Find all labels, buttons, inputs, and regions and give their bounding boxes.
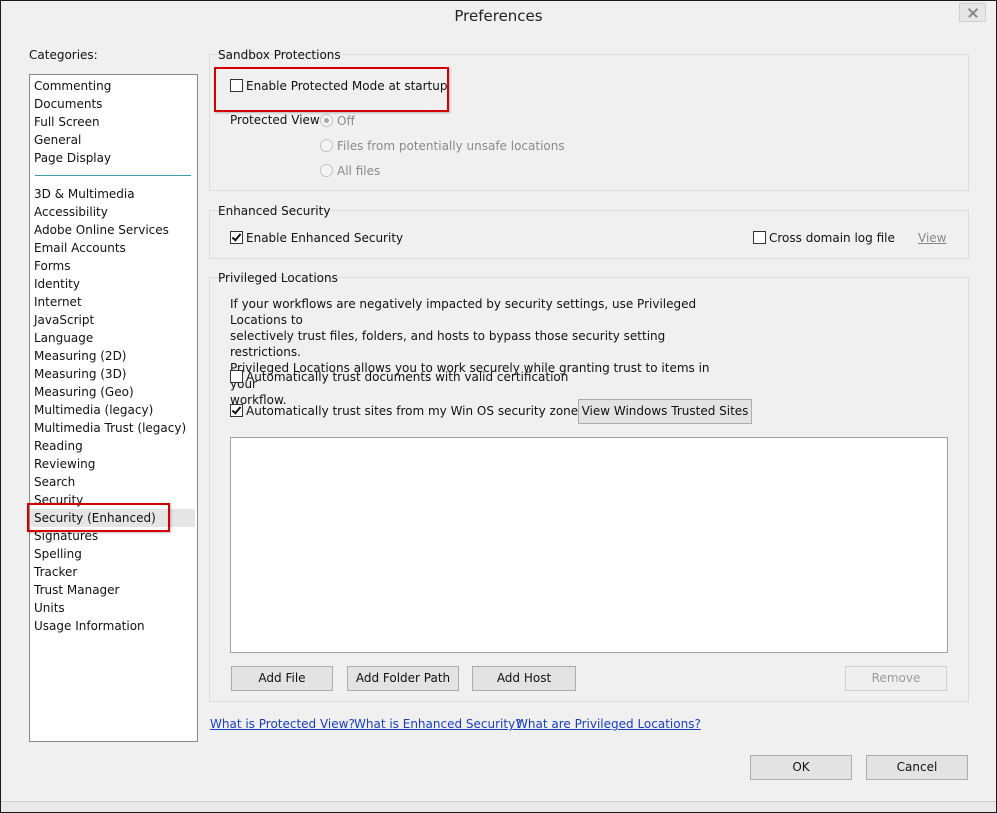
category-item[interactable]: Measuring (2D) bbox=[34, 347, 127, 365]
enable-enhanced-security-label: Enable Enhanced Security bbox=[246, 231, 404, 245]
category-item[interactable]: Multimedia Trust (legacy) bbox=[34, 419, 186, 437]
category-item[interactable]: Usage Information bbox=[34, 617, 145, 635]
trust-certified-docs-checkbox[interactable] bbox=[230, 370, 243, 383]
privileged-locations-title: Privileged Locations bbox=[218, 271, 338, 285]
category-item[interactable]: Identity bbox=[34, 275, 80, 293]
protected-view-label: Protected View bbox=[230, 113, 320, 127]
add-file-button[interactable]: Add File bbox=[231, 666, 333, 691]
category-item[interactable]: General bbox=[34, 131, 81, 149]
category-item[interactable]: Documents bbox=[34, 95, 102, 113]
category-item[interactable]: 3D & Multimedia bbox=[34, 185, 135, 203]
privileged-locations-description: If your workflows are negatively impacte… bbox=[230, 296, 730, 408]
trust-certified-docs-label: Automatically trust documents with valid… bbox=[246, 370, 569, 384]
what-are-privileged-locations-link[interactable]: What are Privileged Locations? bbox=[516, 717, 701, 731]
ok-button[interactable]: OK bbox=[750, 755, 852, 780]
highlight-protected-mode bbox=[214, 67, 449, 112]
sandbox-protections-title: Sandbox Protections bbox=[218, 48, 341, 62]
protected-view-all-radio[interactable] bbox=[320, 164, 333, 177]
category-item[interactable]: Language bbox=[34, 329, 93, 347]
category-item[interactable]: Forms bbox=[34, 257, 70, 275]
enhanced-security-title: Enhanced Security bbox=[218, 204, 331, 218]
cross-domain-log-checkbox[interactable] bbox=[753, 231, 766, 244]
add-folder-path-button[interactable]: Add Folder Path bbox=[347, 666, 459, 691]
category-item[interactable]: Tracker bbox=[34, 563, 77, 581]
privileged-locations-list[interactable] bbox=[230, 437, 948, 653]
what-is-enhanced-security-link[interactable]: What is Enhanced Security? bbox=[354, 717, 522, 731]
add-host-button[interactable]: Add Host bbox=[472, 666, 576, 691]
bottom-edge bbox=[1, 801, 996, 812]
category-item[interactable]: Email Accounts bbox=[34, 239, 126, 257]
category-item[interactable]: Multimedia (legacy) bbox=[34, 401, 153, 419]
category-item[interactable]: Page Display bbox=[34, 149, 111, 167]
category-item[interactable]: Reviewing bbox=[34, 455, 95, 473]
what-is-protected-view-link[interactable]: What is Protected View? bbox=[210, 717, 355, 731]
description-line: If your workflows are negatively impacte… bbox=[230, 297, 697, 327]
category-item[interactable]: Units bbox=[34, 599, 65, 617]
title-bar: Preferences bbox=[1, 1, 996, 30]
category-item[interactable]: Spelling bbox=[34, 545, 82, 563]
category-item[interactable]: Measuring (3D) bbox=[34, 365, 127, 383]
category-item[interactable]: Accessibility bbox=[34, 203, 108, 221]
trust-win-os-sites-label: Automatically trust sites from my Win OS… bbox=[246, 404, 585, 418]
protected-view-unsafe-label: Files from potentially unsafe locations bbox=[337, 139, 565, 153]
category-item[interactable]: Trust Manager bbox=[34, 581, 119, 599]
protected-view-off-radio[interactable] bbox=[320, 114, 333, 127]
remove-button[interactable]: Remove bbox=[845, 666, 947, 691]
view-log-link[interactable]: View bbox=[918, 231, 946, 245]
protected-view-unsafe-radio[interactable] bbox=[320, 139, 333, 152]
category-item[interactable]: Full Screen bbox=[34, 113, 100, 131]
description-line: selectively trust files, folders, and ho… bbox=[230, 329, 666, 359]
cancel-button[interactable]: Cancel bbox=[866, 755, 968, 780]
categories-separator bbox=[35, 175, 191, 176]
category-item[interactable]: Measuring (Geo) bbox=[34, 383, 134, 401]
cross-domain-log-label: Cross domain log file bbox=[769, 231, 895, 245]
trust-win-os-sites-checkbox[interactable] bbox=[230, 404, 243, 417]
view-windows-trusted-sites-button[interactable]: View Windows Trusted Sites bbox=[578, 399, 752, 424]
highlight-security-enhanced bbox=[27, 503, 170, 532]
category-item[interactable]: JavaScript bbox=[34, 311, 94, 329]
categories-list[interactable]: Commenting Documents Full Screen General Pag… bbox=[29, 74, 198, 742]
protected-view-all-label: All files bbox=[337, 164, 381, 178]
category-item[interactable]: Internet bbox=[34, 293, 82, 311]
protected-view-off-label: Off bbox=[337, 114, 355, 128]
close-icon[interactable] bbox=[959, 3, 986, 22]
category-item[interactable]: Search bbox=[34, 473, 75, 491]
category-item[interactable]: Adobe Online Services bbox=[34, 221, 169, 239]
dialog-title: Preferences bbox=[454, 7, 543, 25]
category-item[interactable]: Reading bbox=[34, 437, 83, 455]
category-item[interactable]: Commenting bbox=[34, 77, 111, 95]
enable-enhanced-security-checkbox[interactable] bbox=[230, 231, 243, 244]
categories-label: Categories: bbox=[29, 48, 98, 62]
